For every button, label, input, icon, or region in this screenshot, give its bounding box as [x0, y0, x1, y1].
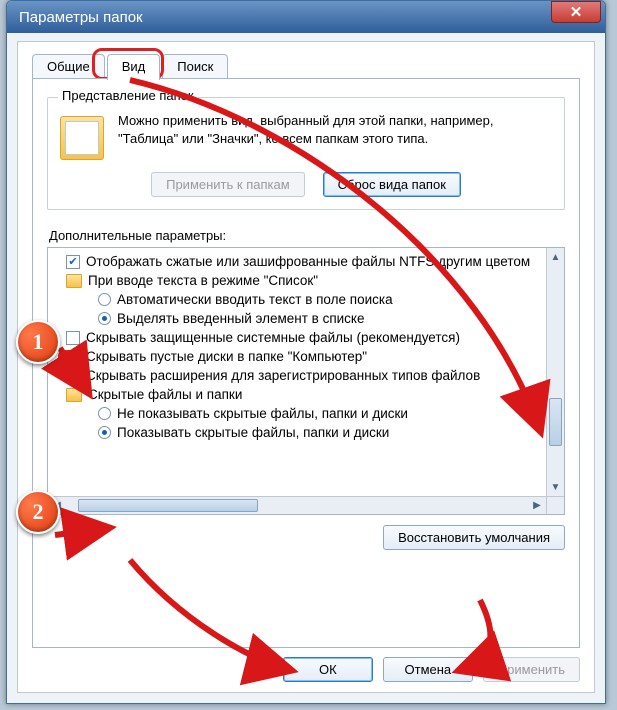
setting-label: Скрывать защищенные системные файлы (рек… [86, 330, 460, 345]
folder-options-window: Параметры папок ✕ Общие Вид Поиск Предст… [6, 0, 606, 704]
radio-icon[interactable] [98, 426, 111, 439]
apply-to-folders-button[interactable]: Применить к папкам [151, 172, 305, 197]
folder-views-group: Представление папок Можно применить вид,… [47, 97, 565, 210]
setting-label: Скрывать расширения для зарегистрированн… [86, 368, 480, 383]
checkbox-icon[interactable] [66, 331, 80, 345]
horizontal-scroll-thumb[interactable] [78, 499, 258, 512]
client-area: Общие Вид Поиск Представление папок Можн… [17, 41, 595, 693]
setting-label: Выделять введенный элемент в списке [117, 311, 365, 326]
restore-defaults-button[interactable]: Восстановить умолчания [383, 525, 565, 550]
apply-button[interactable]: Применить [483, 657, 580, 682]
ok-button[interactable]: ОК [283, 657, 373, 682]
setting-item-1: При вводе текста в режиме "Список" [66, 271, 538, 290]
radio-icon[interactable] [98, 312, 111, 325]
setting-item-6[interactable]: Скрывать расширения для зарегистрированн… [66, 366, 538, 385]
scroll-down-icon[interactable]: ▼ [547, 478, 564, 496]
cancel-button[interactable]: Отмена [383, 657, 473, 682]
titlebar[interactable]: Параметры папок ✕ [7, 1, 605, 33]
checkbox-icon[interactable] [66, 255, 80, 269]
window-title: Параметры папок [19, 9, 551, 26]
checkbox-icon[interactable] [66, 369, 80, 383]
tab-search[interactable]: Поиск [162, 54, 228, 80]
folder-icon [60, 116, 104, 160]
setting-label: Отображать сжатые или зашифрованные файл… [86, 254, 530, 269]
setting-label: Не показывать скрытые файлы, папки и дис… [117, 406, 408, 421]
scroll-left-icon[interactable]: ◀ [48, 497, 66, 514]
folder-icon [66, 274, 82, 288]
tab-view[interactable]: Вид [107, 54, 161, 80]
close-button[interactable]: ✕ [551, 1, 601, 23]
folder-views-text: Можно применить вид, выбранный для этой … [118, 112, 552, 160]
setting-label: При вводе текста в режиме "Список" [88, 273, 318, 288]
folder-icon [66, 388, 82, 402]
setting-item-0[interactable]: Отображать сжатые или зашифрованные файл… [66, 252, 538, 271]
advanced-settings-tree[interactable]: Отображать сжатые или зашифрованные файл… [47, 247, 565, 515]
scroll-up-icon[interactable]: ▲ [547, 248, 564, 266]
advanced-settings-label: Дополнительные параметры: [49, 228, 563, 243]
vertical-scrollbar[interactable]: ▲ ▼ [546, 248, 564, 496]
close-icon: ✕ [570, 3, 583, 21]
setting-item-5[interactable]: Скрывать пустые диски в папке "Компьютер… [66, 347, 538, 366]
tab-strip: Общие Вид Поиск [32, 54, 580, 80]
tab-page-view: Представление папок Можно применить вид,… [32, 78, 580, 648]
dialog-buttons: ОК Отмена Применить [283, 657, 580, 682]
radio-icon[interactable] [98, 293, 111, 306]
setting-item-3[interactable]: Выделять введенный элемент в списке [66, 309, 538, 328]
scroll-right-icon[interactable]: ▶ [528, 497, 546, 514]
horizontal-scrollbar[interactable]: ◀ ▶ [48, 496, 546, 514]
radio-icon[interactable] [98, 407, 111, 420]
folder-views-legend: Представление папок [58, 88, 198, 103]
setting-label: Скрытые файлы и папки [88, 387, 242, 402]
setting-item-9[interactable]: Показывать скрытые файлы, папки и диски [66, 423, 538, 442]
setting-label: Показывать скрытые файлы, папки и диски [117, 425, 389, 440]
setting-label: Автоматически вводить текст в поле поиск… [117, 292, 393, 307]
setting-item-2[interactable]: Автоматически вводить текст в поле поиск… [66, 290, 538, 309]
setting-item-7: Скрытые файлы и папки [66, 385, 538, 404]
tab-general[interactable]: Общие [32, 54, 105, 80]
checkbox-icon[interactable] [66, 350, 80, 364]
setting-label: Скрывать пустые диски в папке "Компьютер… [86, 349, 367, 364]
setting-item-4[interactable]: Скрывать защищенные системные файлы (рек… [66, 328, 538, 347]
setting-item-8[interactable]: Не показывать скрытые файлы, папки и дис… [66, 404, 538, 423]
scrollbar-corner [546, 496, 564, 514]
reset-folder-views-button[interactable]: Сброс вида папок [323, 172, 461, 197]
vertical-scroll-thumb[interactable] [549, 398, 562, 446]
